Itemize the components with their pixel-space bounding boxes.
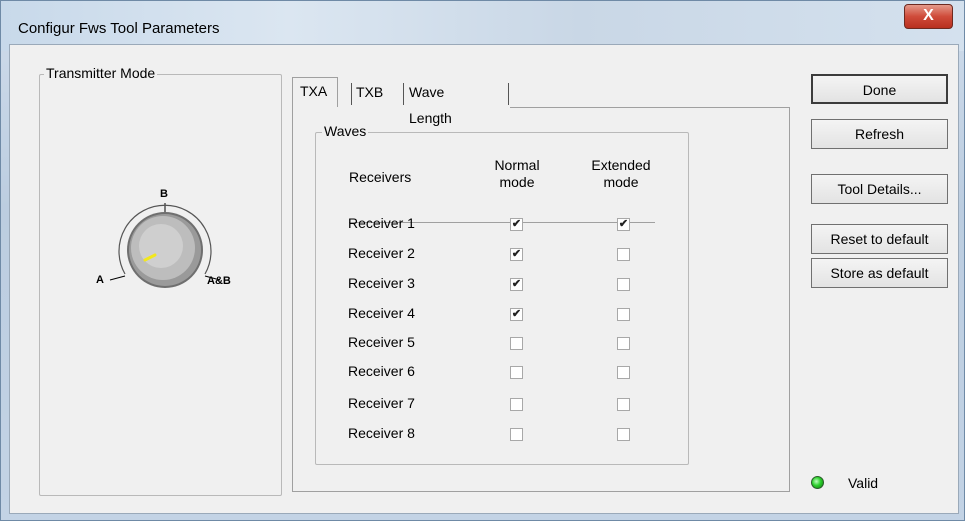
- tab-wave-length[interactable]: Wave Length: [405, 79, 456, 126]
- close-button[interactable]: X: [904, 4, 953, 29]
- extended-mode-checkbox[interactable]: [617, 366, 630, 379]
- column-header-normal-mode: Normal mode: [494, 157, 540, 190]
- reset-to-default-button[interactable]: Reset to default: [811, 224, 948, 254]
- transmitter-mode-legend: Transmitter Mode: [44, 65, 158, 81]
- column-header-receivers: Receivers: [349, 169, 412, 185]
- normal-mode-checkbox[interactable]: ✔: [510, 278, 523, 291]
- transmitter-dial[interactable]: B A A&B: [95, 170, 255, 310]
- refresh-button[interactable]: Refresh: [811, 119, 948, 149]
- extended-mode-checkbox[interactable]: ✔: [617, 218, 630, 231]
- waves-legend: Waves: [322, 123, 369, 139]
- status-label: Valid: [848, 475, 879, 491]
- tab-txa-label: TXA: [300, 83, 328, 99]
- normal-mode-checkbox[interactable]: ✔: [510, 308, 523, 321]
- normal-mode-checkbox[interactable]: [510, 398, 523, 411]
- receiver-label: Receiver 2: [348, 245, 415, 261]
- receiver-label: Receiver 4: [348, 305, 415, 321]
- normal-mode-checkbox[interactable]: [510, 366, 523, 379]
- receiver-label: Receiver 6: [348, 363, 415, 379]
- dial-label-ab: A&B: [207, 275, 231, 287]
- tool-details-button[interactable]: Tool Details...: [811, 174, 948, 204]
- normal-mode-checkbox[interactable]: [510, 428, 523, 441]
- extended-mode-checkbox[interactable]: [617, 248, 630, 261]
- tab-panel-txa: Waves Receivers Normal mode Extended mod…: [292, 107, 790, 492]
- receiver-label: Receiver 7: [348, 395, 415, 411]
- transmitter-mode-group: Transmitter Mode B A A&B: [39, 65, 282, 496]
- window-title: Configur Fws Tool Parameters: [18, 20, 220, 37]
- receiver-label: Receiver 5: [348, 334, 415, 350]
- tab-separator: [508, 83, 509, 105]
- dial-label-b: B: [160, 188, 168, 200]
- tab-txa[interactable]: TXA: [292, 77, 338, 107]
- extended-mode-checkbox[interactable]: [617, 308, 630, 321]
- extended-mode-checkbox[interactable]: [617, 278, 630, 291]
- tab-txb-label: TXB: [356, 84, 384, 100]
- dial-knob-icon: [109, 203, 221, 288]
- extended-mode-checkbox[interactable]: [617, 428, 630, 441]
- normal-mode-checkbox[interactable]: ✔: [510, 218, 523, 231]
- dialog-window: Configur Fws Tool Parameters X Transmitt…: [0, 0, 965, 521]
- done-button[interactable]: Done: [811, 74, 948, 104]
- extended-mode-checkbox[interactable]: [617, 337, 630, 350]
- waves-group: Waves Receivers Normal mode Extended mod…: [315, 123, 689, 465]
- dial-label-a: A: [96, 274, 104, 286]
- normal-mode-checkbox[interactable]: ✔: [510, 248, 523, 261]
- close-icon: X: [923, 7, 934, 24]
- status-led-icon: [811, 476, 824, 489]
- dialog-client-area: Transmitter Mode B A A&B TXA TXB Wave Le…: [9, 44, 959, 514]
- column-header-extended-mode: Extended mode: [591, 157, 651, 190]
- normal-mode-checkbox[interactable]: [510, 337, 523, 350]
- tab-txb[interactable]: TXB: [352, 79, 387, 105]
- receiver-label: Receiver 3: [348, 275, 415, 291]
- receiver-label: Receiver 1: [348, 215, 415, 231]
- receiver-label: Receiver 8: [348, 425, 415, 441]
- extended-mode-checkbox[interactable]: [617, 398, 630, 411]
- store-as-default-button[interactable]: Store as default: [811, 258, 948, 288]
- tab-separator: [403, 83, 404, 105]
